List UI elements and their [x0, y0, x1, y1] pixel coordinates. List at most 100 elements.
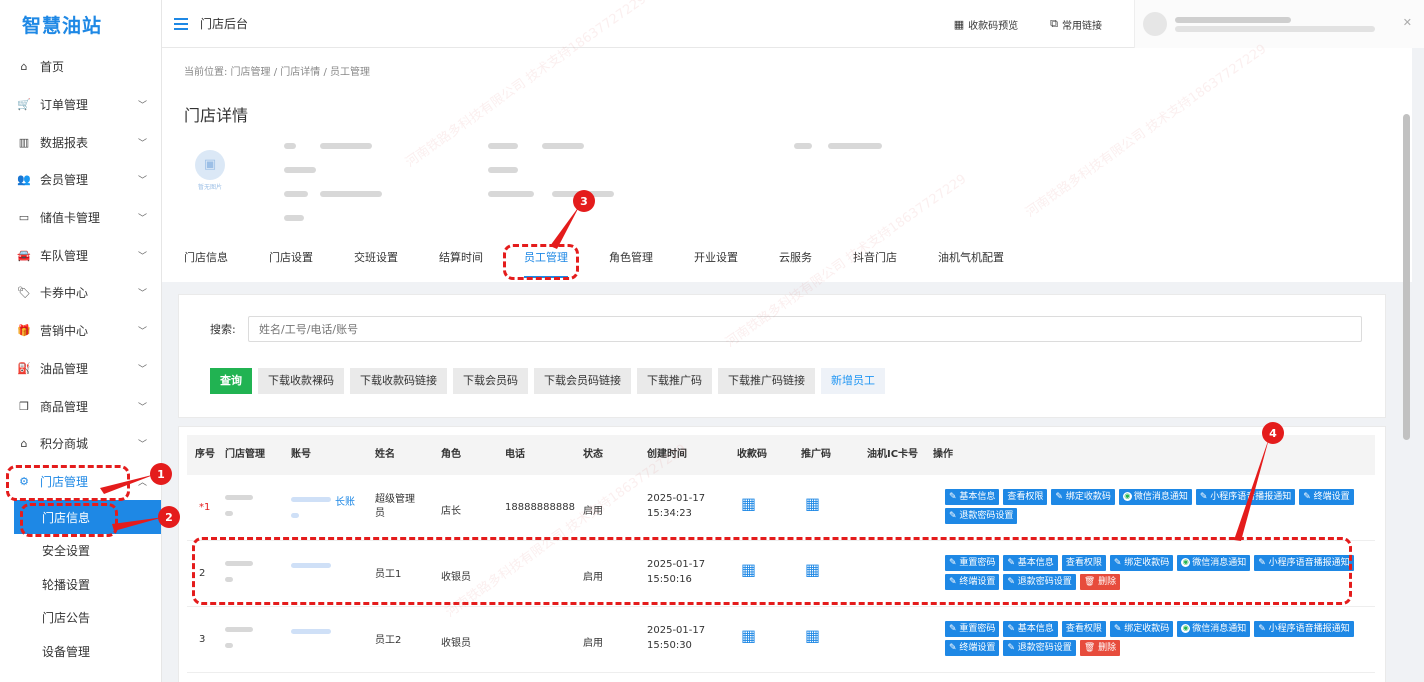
op-label: 查看权限 [1007, 492, 1044, 502]
header-title: 门店后台 [200, 17, 249, 31]
op-button[interactable]: ✎ 小程序语音播报通知 [1195, 489, 1296, 505]
column-header: 角色 [441, 449, 461, 460]
download-promo-link-button[interactable]: 下载推广码链接 [718, 368, 815, 394]
op-label: 微信消息通知 [1192, 624, 1247, 634]
sidebar-item-3[interactable]: 👥 会员管理 ﹀ [0, 161, 161, 199]
app-logo[interactable]: 智慧油站 [0, 0, 161, 48]
blurred-info [284, 167, 316, 173]
op-button[interactable]: ✎ 终端设置 [1299, 489, 1354, 505]
tab-5[interactable]: 角色管理 [609, 244, 653, 278]
tab-0[interactable]: 门店信息 [184, 244, 228, 278]
annotation-badge: 4 [1262, 422, 1284, 444]
op-label: ✎ 退款密码设置 [949, 511, 1014, 521]
blurred-account [291, 513, 299, 518]
row-index: *1 [199, 502, 211, 513]
blurred-store [225, 511, 233, 516]
tab-1[interactable]: 门店设置 [269, 244, 313, 278]
created-date: 2025-01-17 [647, 625, 706, 636]
payment-qr-icon[interactable]: ▦ [741, 495, 759, 513]
sidebar-subitem-3[interactable]: 门店公告 [0, 601, 161, 635]
column-header: 门店管理 [225, 449, 265, 460]
employee-role: 收银员 [441, 638, 471, 649]
download-promo-code-button[interactable]: 下载推广码 [637, 368, 712, 394]
bar-chart-icon: ▥ [18, 135, 30, 149]
sidebar-item-10[interactable]: ⌂ 积分商城 ﹀ [0, 425, 161, 463]
op-button[interactable]: ✎ 基本信息 [945, 489, 1000, 505]
op-label: 微信消息通知 [1133, 492, 1188, 502]
sidebar-item-6[interactable]: 🏷 卡券中心 ﹀ [0, 274, 161, 312]
annotation-box [192, 537, 1352, 605]
cubes-icon: ❒ [19, 399, 29, 413]
gift-icon: 🎁 [17, 324, 31, 338]
download-payment-link-button[interactable]: 下载收款码链接 [350, 368, 447, 394]
op-button[interactable]: 查看权限 [1061, 621, 1106, 637]
op-button[interactable]: ✎ 绑定收款码 [1109, 621, 1174, 637]
qr-preview-label: 收款码预览 [968, 20, 1019, 32]
payment-qr-icon[interactable]: ▦ [741, 627, 759, 645]
blurred-info [488, 143, 518, 149]
op-button[interactable]: ✎ 绑定收款码 [1051, 489, 1115, 505]
tab-9[interactable]: 油机气机配置 [938, 244, 1004, 278]
op-label: ✎ 退款密码设置 [1007, 643, 1072, 653]
tab-8[interactable]: 抖音门店 [853, 244, 897, 278]
sidebar-item-label: 数据报表 [40, 135, 89, 150]
tab-7[interactable]: 云服务 [779, 244, 812, 278]
op-button[interactable]: ◉ 微信消息通知 [1177, 621, 1251, 637]
blurred-info [488, 191, 534, 197]
tab-6[interactable]: 开业设置 [694, 244, 738, 278]
promo-qr-icon[interactable]: ▦ [805, 495, 823, 513]
tab-2[interactable]: 交班设置 [354, 244, 398, 278]
blurred-store [225, 627, 253, 632]
download-member-link-button[interactable]: 下载会员码链接 [534, 368, 631, 394]
wechat-icon: ◉ [1122, 492, 1132, 501]
store-image-caption: 暂无图片 [197, 183, 222, 191]
op-label: ✎ 小程序语音播报通知 [1199, 492, 1292, 502]
store-icon: ⌂ [20, 437, 28, 451]
op-button[interactable]: ✎ 小程序语音播报通知 [1254, 621, 1354, 637]
op-button[interactable]: ✎ 退款密码设置 [1003, 640, 1076, 656]
vertical-scrollbar[interactable] [1403, 114, 1410, 440]
op-button[interactable]: ✎ 终端设置 [945, 640, 1000, 656]
user-info-box[interactable]: ✕ [1134, 0, 1424, 48]
close-icon[interactable]: ✕ [1403, 16, 1412, 29]
annotation-box [20, 503, 118, 537]
sidebar-subitem-1[interactable]: 安全设置 [0, 534, 161, 568]
download-member-code-button[interactable]: 下载会员码 [453, 368, 528, 394]
sidebar-item-4[interactable]: ▭ 储值卡管理 ﹀ [0, 199, 161, 237]
created-time: 15:50:30 [647, 640, 692, 651]
account-link[interactable]: 长账 [335, 493, 355, 508]
op-button[interactable]: ✎ 基本信息 [1003, 621, 1058, 637]
sidebar-item-label: 商品管理 [40, 399, 89, 414]
menu-toggle-icon[interactable] [174, 17, 188, 30]
op-button[interactable]: ◉ 微信消息通知 [1118, 489, 1192, 505]
sidebar-item-2[interactable]: ▥ 数据报表 ﹀ [0, 123, 161, 161]
query-button[interactable]: 查询 [210, 368, 252, 394]
promo-qr-icon[interactable]: ▦ [805, 627, 823, 645]
download-payment-code-button[interactable]: 下载收款裸码 [258, 368, 344, 394]
sidebar-item-7[interactable]: 🎁 营销中心 ﹀ [0, 312, 161, 350]
common-links-link[interactable]: ⧉ 常用链接 [1050, 17, 1102, 32]
sidebar-subitem-4[interactable]: 设备管理 [0, 634, 161, 668]
sidebar-item-1[interactable]: 🛒 订单管理 ﹀ [0, 86, 161, 124]
op-button[interactable]: ✎ 退款密码设置 [945, 508, 1018, 524]
search-input[interactable] [248, 316, 1362, 342]
app-root: 智慧油站 ⌂ 首页 🛒 订单管理 ﹀ ▥ 数据报表 ﹀ 👥 会员管理 ﹀ ▭ 储值卡管理 ﹀ 🚘 车队管理 ﹀ 🏷… [0, 0, 1424, 682]
chevron-down-icon: ﹀ [137, 364, 147, 375]
sidebar-item-9[interactable]: ❒ 商品管理 ﹀ [0, 387, 161, 425]
op-button[interactable]: ✎ 重置密码 [945, 621, 1000, 637]
blurred-info [542, 143, 584, 149]
op-button[interactable]: 🗑 删除 [1079, 640, 1121, 656]
card-icon: ▭ [18, 211, 30, 225]
users-icon: 👥 [17, 173, 31, 187]
sidebar-item-8[interactable]: ⛽ 油品管理 ﹀ [0, 350, 161, 388]
add-employee-button[interactable]: 新增员工 [821, 368, 885, 394]
created-time: 15:34:23 [647, 508, 692, 519]
tab-3[interactable]: 结算时间 [439, 244, 483, 278]
blurred-store [225, 495, 253, 500]
sidebar-subitem-2[interactable]: 轮播设置 [0, 567, 161, 601]
qr-preview-link[interactable]: ▦ 收款码预览 [954, 17, 1018, 32]
sidebar-item-0[interactable]: ⌂ 首页 [0, 48, 161, 86]
sidebar-item-5[interactable]: 🚘 车队管理 ﹀ [0, 236, 161, 274]
op-button[interactable]: 查看权限 [1003, 489, 1048, 505]
column-header: 状态 [583, 449, 603, 460]
